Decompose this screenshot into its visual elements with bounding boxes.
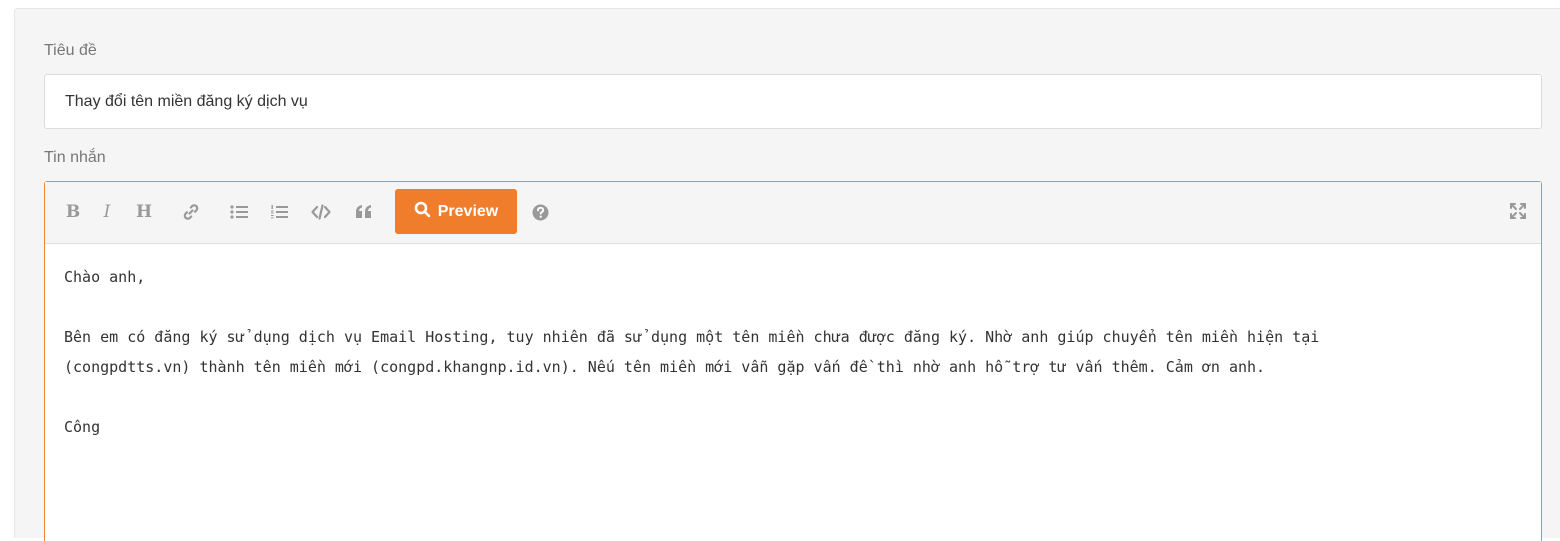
link-icon[interactable] bbox=[176, 195, 206, 229]
quote-icon[interactable] bbox=[349, 195, 379, 229]
search-icon bbox=[414, 201, 431, 223]
italic-icon[interactable]: I bbox=[92, 195, 122, 229]
message-greeting: Chào anh, bbox=[64, 268, 146, 286]
message-body-line-1: Bên em có đăng ký sử dụng dịch vụ Email … bbox=[64, 328, 1320, 346]
heading-icon[interactable]: H bbox=[129, 195, 159, 229]
message-editor[interactable]: B I H Preview Chào anh, Bên em có đăng k… bbox=[44, 181, 1542, 541]
subject-label: Tiêu đề bbox=[44, 42, 97, 59]
preview-button[interactable]: Preview bbox=[395, 189, 517, 234]
editor-toolbar: B I H Preview bbox=[45, 182, 1541, 244]
message-label: Tin nhắn bbox=[44, 149, 106, 166]
help-circle-icon[interactable] bbox=[525, 195, 555, 229]
message-signature: Công bbox=[64, 418, 101, 436]
ordered-list-icon[interactable] bbox=[264, 195, 294, 229]
bold-icon[interactable]: B bbox=[58, 195, 88, 229]
subject-input[interactable]: Thay đổi tên miền đăng ký dịch vụ bbox=[44, 74, 1542, 129]
message-textarea[interactable]: Chào anh, Bên em có đăng ký sử dụng dịch… bbox=[64, 262, 1521, 442]
code-icon[interactable] bbox=[306, 195, 336, 229]
fullscreen-icon[interactable] bbox=[1503, 194, 1533, 228]
message-body-line-2: (congpdtts.vn) thành tên miền mới (congp… bbox=[64, 358, 1266, 376]
preview-label: Preview bbox=[437, 202, 499, 220]
unordered-list-icon[interactable] bbox=[224, 195, 254, 229]
